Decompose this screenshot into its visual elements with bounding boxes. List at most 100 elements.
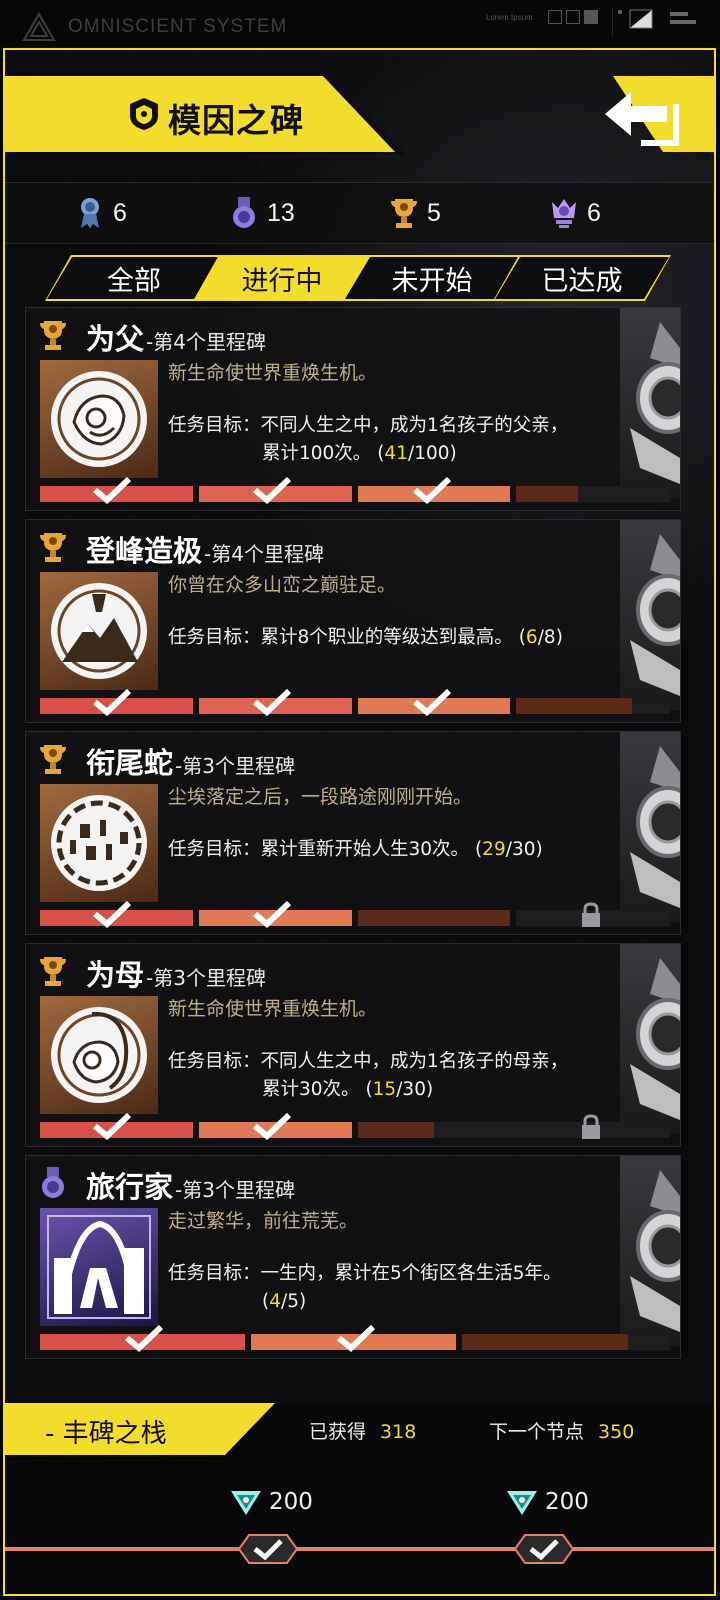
milestone-title: 为母 bbox=[86, 958, 145, 992]
milestone-stage: -第3个里程碑 bbox=[175, 1178, 295, 1202]
lock-icon bbox=[582, 902, 600, 927]
purple-medal-icon bbox=[233, 197, 255, 228]
claimed-check-node-icon[interactable] bbox=[513, 1533, 575, 1565]
bar-segment-partial bbox=[516, 486, 578, 502]
trophy-count-bar: 6 13 5 6 bbox=[5, 182, 714, 244]
tab-achieved[interactable]: 已达成 bbox=[493, 255, 671, 301]
milestone-card[interactable]: 为母 -第3个里程碑 新生命使世界重焕生机。 任务目标：不同人生之中，成为1名孩子… bbox=[25, 943, 700, 1147]
milestone-title: 衔尾蛇 bbox=[86, 746, 174, 780]
progress-current: 15 bbox=[372, 1079, 397, 1100]
milestone-name: 衔尾蛇 -第3个里程碑 bbox=[86, 740, 295, 782]
milestone-stage: -第3个里程碑 bbox=[146, 966, 266, 990]
purple-medal-icon bbox=[42, 1167, 64, 1198]
milestone-title: 旅行家 bbox=[86, 1170, 174, 1204]
system-top-bar: OMNISCIENT SYSTEM Lorem Ipsum bbox=[0, 0, 720, 50]
milestone-card[interactable]: 衔尾蛇 -第3个里程碑 尘埃落定之后，一段路途刚刚开始。 任务目标：累计重新开始人… bbox=[25, 731, 700, 935]
bar-segment-partial bbox=[516, 698, 632, 714]
check-icon bbox=[93, 900, 132, 928]
metal-ring-badge-icon bbox=[630, 534, 700, 696]
earned-points: 已获得 318 bbox=[309, 1421, 417, 1443]
milestone-desc: 走过繁华，前往荒芜。 bbox=[168, 1210, 359, 1232]
system-name: OMNISCIENT SYSTEM bbox=[68, 16, 288, 37]
milestone-badge-preview bbox=[620, 732, 700, 922]
check-icon bbox=[93, 476, 132, 504]
milestone-badge-preview bbox=[620, 944, 700, 1134]
lorem-text: Lorem Ipsum bbox=[486, 13, 533, 22]
back-arrow-icon[interactable] bbox=[601, 84, 687, 150]
check-icon bbox=[125, 1324, 164, 1352]
shield-emblem-icon bbox=[130, 98, 158, 130]
milestone-card[interactable]: 为父 -第4个里程碑 新生命使世界重焕生机。 任务目标：不同人生之中，成为1名孩子… bbox=[25, 307, 700, 511]
milestone-progress-bar bbox=[40, 476, 670, 504]
milestone-goal: 任务目标：一生内，累计在5个街区各生活5年。 (4/5) bbox=[168, 1263, 562, 1312]
progress-current: 41 bbox=[384, 443, 408, 464]
check-icon bbox=[253, 476, 292, 504]
milestone-badge-preview bbox=[620, 308, 700, 498]
metal-ring-badge-icon bbox=[630, 322, 700, 484]
milestone-name: 为父 -第4个里程碑 bbox=[86, 316, 266, 358]
walking-traveler-city-icon bbox=[47, 1215, 151, 1319]
check-icon bbox=[337, 1324, 376, 1352]
bar-segment-partial bbox=[358, 910, 510, 926]
milestone-art bbox=[40, 784, 158, 902]
check-icon bbox=[93, 688, 132, 716]
count-value: 6 bbox=[587, 198, 601, 227]
blue-ribbon-medal-icon bbox=[81, 198, 99, 228]
count-blue-medal: 6 bbox=[75, 195, 127, 231]
mother-holding-baby-icon bbox=[51, 1007, 147, 1103]
milestone-art bbox=[40, 996, 158, 1114]
milestone-goal: 任务目标：累计8个职业的等级达到最高。 (6/8) bbox=[168, 627, 563, 648]
milestone-stack-panel: - 丰碑之栈 已获得 318 下一个节点 350 200 200 bbox=[5, 1403, 714, 1594]
milestone-stage: -第4个里程碑 bbox=[204, 542, 324, 566]
milestone-art bbox=[40, 572, 158, 690]
reward-item[interactable]: 200 bbox=[229, 1487, 313, 1517]
window-boxes bbox=[548, 10, 602, 29]
progress-current: 6 bbox=[525, 627, 538, 648]
milestone-goal: 任务目标：不同人生之中，成为1名孩子的母亲， 累计30次。 (15/30) bbox=[168, 1051, 569, 1100]
reward-item[interactable]: 200 bbox=[505, 1487, 589, 1517]
stack-title: - 丰碑之栈 bbox=[45, 1419, 167, 1449]
gold-trophy-icon bbox=[40, 533, 66, 562]
filter-tabs: 全部 进行中 未开始 已达成 bbox=[5, 255, 716, 305]
metal-ring-badge-icon bbox=[630, 1170, 700, 1332]
milestone-badge-preview bbox=[620, 1156, 700, 1346]
ouroboros-numbers-icon bbox=[51, 795, 147, 891]
milestone-title: 为父 bbox=[86, 322, 145, 356]
bar-segment-remaining bbox=[632, 698, 670, 714]
reward-track bbox=[5, 1547, 714, 1551]
check-icon bbox=[253, 688, 292, 716]
milestone-card[interactable]: 登峰造极 -第4个里程碑 你曾在众多山峦之巅驻足。 任务目标：累计8个职业的等级达… bbox=[25, 519, 700, 723]
check-icon bbox=[93, 1112, 132, 1140]
teal-gem-icon bbox=[231, 1491, 261, 1515]
box-filled-icon bbox=[584, 10, 598, 24]
check-icon bbox=[413, 476, 452, 504]
next-node-points: 下一个节点 350 bbox=[489, 1421, 635, 1443]
count-value: 13 bbox=[267, 198, 295, 227]
metal-ring-badge-icon bbox=[630, 958, 700, 1120]
milestone-progress-bar bbox=[40, 1324, 670, 1352]
milestone-name: 登峰造极 -第4个里程碑 bbox=[86, 528, 324, 570]
count-purple-crown: 6 bbox=[549, 195, 601, 231]
box-x-icon bbox=[566, 10, 580, 24]
milestone-stage: -第3个里程碑 bbox=[175, 754, 295, 778]
progress-current: 29 bbox=[482, 839, 506, 860]
milestone-card[interactable]: 旅行家 -第3个里程碑 走过繁华，前往荒芜。 任务目标：一生内，累计在5个街区各生… bbox=[25, 1155, 700, 1359]
teal-gem-icon bbox=[507, 1491, 537, 1515]
bar-segment-partial bbox=[462, 1334, 628, 1350]
gold-trophy-icon bbox=[40, 321, 66, 350]
milestone-title: 登峰造极 bbox=[86, 534, 203, 568]
gold-trophy-icon bbox=[40, 957, 66, 986]
box-icon bbox=[548, 10, 562, 24]
metal-ring-badge-icon bbox=[630, 746, 700, 908]
check-icon bbox=[253, 1112, 292, 1140]
system-logo-icon bbox=[22, 12, 56, 41]
milestone-goal: 任务目标：累计重新开始人生30次。 (29/30) bbox=[168, 839, 543, 860]
gold-trophy-icon bbox=[391, 199, 417, 228]
milestone-stage: -第4个里程碑 bbox=[146, 330, 266, 354]
progress-current: 4 bbox=[269, 1291, 281, 1312]
claimed-check-node-icon[interactable] bbox=[237, 1533, 299, 1565]
gold-trophy-icon bbox=[40, 745, 66, 774]
milestone-name: 为母 -第3个里程碑 bbox=[86, 952, 266, 994]
milestone-goal: 任务目标：不同人生之中，成为1名孩子的父亲， 累计100次。 (41/100) bbox=[168, 415, 569, 464]
milestone-art bbox=[40, 360, 158, 478]
